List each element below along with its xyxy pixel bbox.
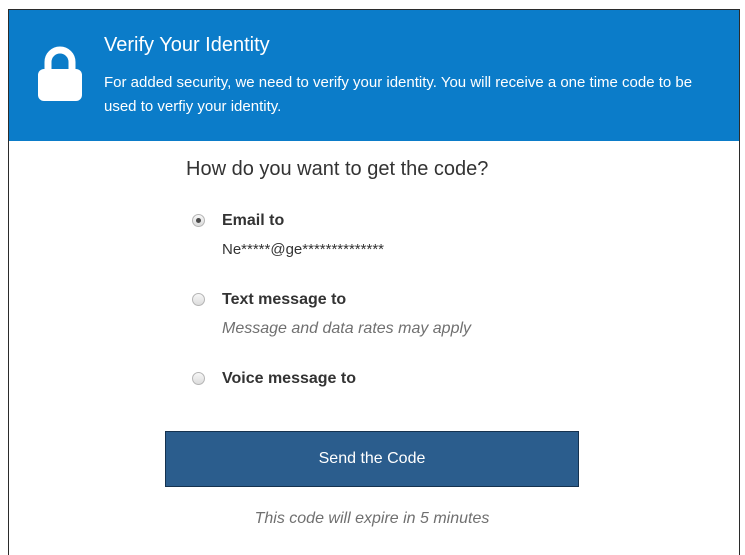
email-radio[interactable] bbox=[192, 214, 205, 227]
text-message-radio[interactable] bbox=[192, 293, 205, 306]
voice-message-option-label: Voice message to bbox=[222, 370, 356, 387]
page-title: Verify Your Identity bbox=[104, 34, 270, 56]
text-message-option-label: Text message to bbox=[222, 291, 347, 308]
delivery-question: How do you want to get the code? bbox=[186, 158, 489, 180]
masked-email: Ne*****@ge************** bbox=[222, 241, 384, 258]
lock-icon bbox=[38, 46, 82, 101]
banner-description: For added security, we need to verify yo… bbox=[104, 74, 693, 115]
header-banner: Verify Your Identity For added security,… bbox=[9, 10, 739, 141]
email-option-label: Email to bbox=[222, 212, 285, 229]
rates-notice: Message and data rates may apply bbox=[222, 320, 472, 337]
send-code-button[interactable]: Send the Code bbox=[165, 431, 579, 487]
option-voice-message[interactable]: Voice message to bbox=[192, 369, 612, 391]
option-email[interactable]: Email to Ne*****@ge************** bbox=[192, 211, 612, 261]
expiry-note: This code will expire in 5 minutes bbox=[254, 510, 490, 527]
option-text-message[interactable]: Text message to Message and data rates m… bbox=[192, 290, 612, 340]
voice-message-radio[interactable] bbox=[192, 372, 205, 385]
